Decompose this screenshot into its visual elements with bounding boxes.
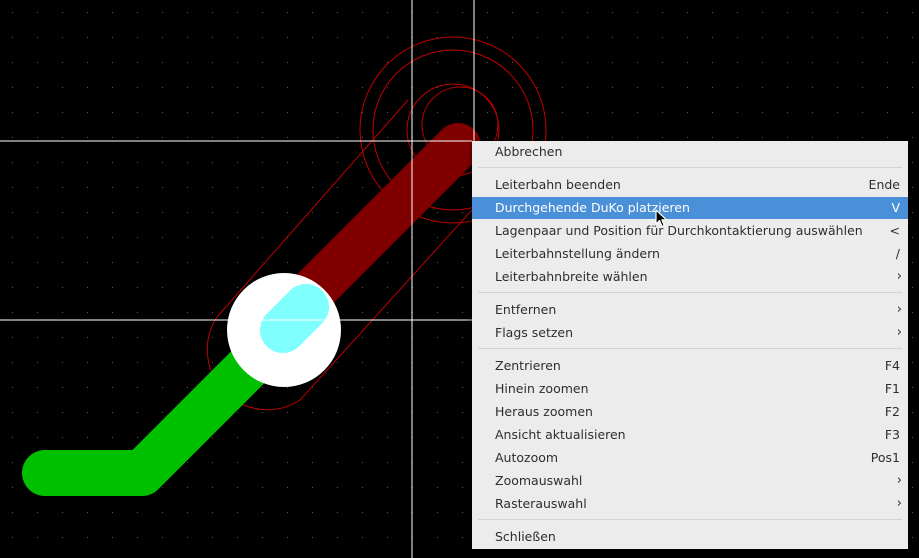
menu-item-label: Hinein zoomen [495, 381, 589, 396]
menu-item-label: Zoomauswahl [495, 473, 583, 488]
menu-item-shortcut: F2 [884, 404, 900, 419]
menu-item-shortcut: Pos1 [870, 450, 900, 465]
menu-item-label: Flags setzen [495, 325, 574, 340]
menu-item-label: Ansicht aktualisieren [495, 427, 626, 442]
menu-item-label: Lagenpaar und Position für Durchkontakti… [495, 223, 863, 238]
menu-item-abbrechen[interactable]: Abbrechen [472, 141, 908, 163]
menu-item-hinein-zoomen[interactable]: Hinein zoomen F1 [472, 378, 908, 400]
menu-separator [478, 348, 902, 349]
menu-item-zoomauswahl[interactable]: Zoomauswahl › [472, 470, 908, 492]
menu-item-leiterbahnbreite[interactable]: Leiterbahnbreite wählen › [472, 266, 908, 288]
submenu-arrow-icon: › [896, 302, 902, 317]
menu-item-label: Leiterbahnbreite wählen [495, 269, 648, 284]
menu-item-label: Abbrechen [495, 144, 563, 159]
menu-item-shortcut: F1 [884, 381, 900, 396]
menu-item-label: Heraus zoomen [495, 404, 593, 419]
menu-separator [478, 167, 902, 168]
menu-item-heraus-zoomen[interactable]: Heraus zoomen F2 [472, 401, 908, 423]
menu-item-flags-setzen[interactable]: Flags setzen › [472, 322, 908, 344]
menu-item-label: Schließen [495, 529, 556, 544]
menu-separator [478, 519, 902, 520]
menu-item-label: Rasterauswahl [495, 496, 587, 511]
menu-item-rasterauswahl[interactable]: Rasterauswahl › [472, 493, 908, 515]
menu-item-ansicht-aktualisieren[interactable]: Ansicht aktualisieren F3 [472, 424, 908, 446]
menu-item-zentrieren[interactable]: Zentrieren F4 [472, 355, 908, 377]
mouse-pointer-icon [655, 209, 668, 228]
menu-item-leiterbahnstellung[interactable]: Leiterbahnstellung ändern / [472, 243, 908, 265]
menu-item-label: Autozoom [495, 450, 559, 465]
menu-item-shortcut: Ende [868, 177, 900, 192]
menu-item-label: Entfernen [495, 302, 557, 317]
menu-item-duko-platzieren[interactable]: Durchgehende DuKo platzieren V [472, 197, 908, 219]
submenu-arrow-icon: › [896, 496, 902, 511]
via-pad [260, 284, 329, 353]
menu-item-lagenpaar[interactable]: Lagenpaar und Position für Durchkontakti… [472, 220, 908, 242]
menu-separator [478, 292, 902, 293]
menu-item-shortcut: V [891, 200, 900, 215]
menu-item-shortcut: < [889, 223, 900, 238]
context-menu: Abbrechen Leiterbahn beenden Ende Durchg… [472, 141, 908, 549]
menu-item-shortcut: / [895, 246, 900, 261]
submenu-arrow-icon: › [896, 325, 902, 340]
menu-item-label: Leiterbahn beenden [495, 177, 621, 192]
menu-item-shortcut: F3 [884, 427, 900, 442]
menu-item-schliessen[interactable]: Schließen [472, 526, 908, 548]
menu-item-shortcut: F4 [884, 358, 900, 373]
menu-item-label: Zentrieren [495, 358, 561, 373]
submenu-arrow-icon: › [896, 473, 902, 488]
menu-item-leiterbahn-beenden[interactable]: Leiterbahn beenden Ende [472, 174, 908, 196]
menu-item-autozoom[interactable]: Autozoom Pos1 [472, 447, 908, 469]
menu-item-label: Leiterbahnstellung ändern [495, 246, 660, 261]
menu-item-entfernen[interactable]: Entfernen › [472, 299, 908, 321]
submenu-arrow-icon: › [896, 269, 902, 284]
